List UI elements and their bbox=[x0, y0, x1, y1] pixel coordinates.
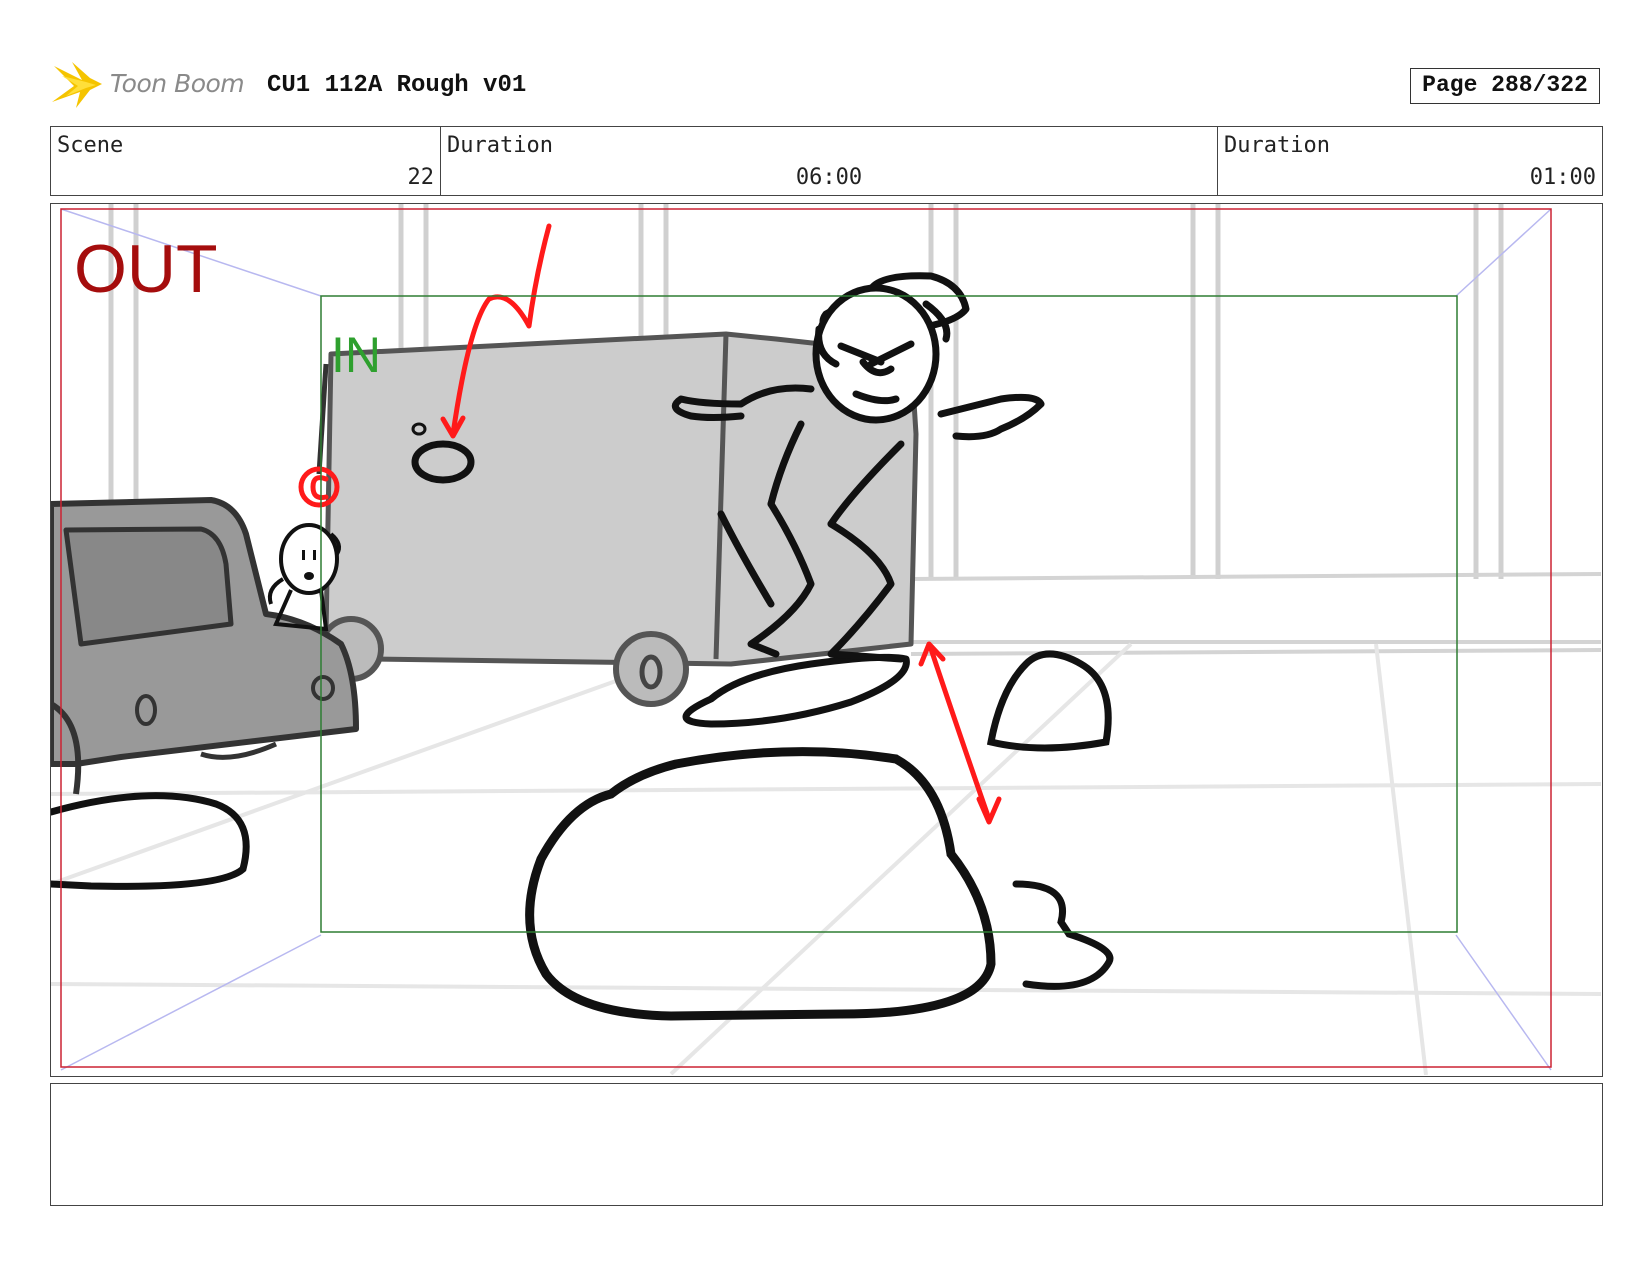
panel-duration-cell: Duration 06:00 bbox=[440, 127, 1217, 195]
in-label: IN bbox=[331, 327, 381, 383]
panel-drawing: OUT IN bbox=[51, 204, 1601, 1075]
starburst-icon bbox=[52, 62, 102, 108]
scene-duration-cell: Duration 01:00 bbox=[1217, 127, 1602, 195]
duration-value-2: 01:00 bbox=[1529, 165, 1596, 190]
toon-boom-logo: Toon Boom bbox=[52, 58, 252, 116]
scene-info-row: Scene 22 Duration 06:00 Duration 01:00 bbox=[50, 126, 1603, 196]
notes-box[interactable] bbox=[50, 1083, 1603, 1206]
scene-label: Scene bbox=[57, 133, 124, 158]
duration-label-2: Duration bbox=[1224, 133, 1330, 158]
wall-floor-lines bbox=[910, 572, 1601, 656]
duration-value: 06:00 bbox=[795, 165, 863, 190]
page-indicator: Page 288/322 bbox=[1410, 68, 1600, 104]
logo-text: Toon Boom bbox=[110, 69, 245, 98]
out-label: OUT bbox=[74, 231, 218, 307]
scene-value: 22 bbox=[407, 165, 435, 190]
duration-label: Duration bbox=[447, 133, 553, 158]
scene-cell: Scene 22 bbox=[51, 127, 440, 195]
storyboard-panel: OUT IN bbox=[50, 203, 1603, 1077]
document-title: CU1 112A Rough v01 bbox=[267, 72, 527, 99]
